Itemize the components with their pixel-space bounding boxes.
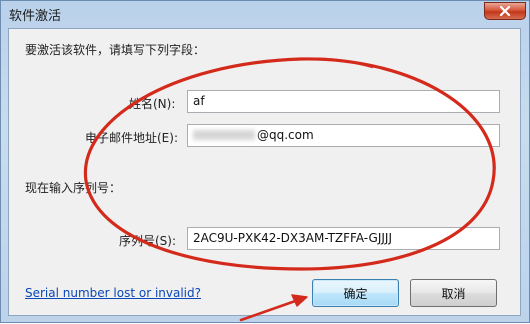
email-field[interactable]: @qq.com <box>187 124 500 147</box>
email-label: 电子邮件地址(E): <box>85 131 178 145</box>
name-field-value: af <box>193 94 205 108</box>
cancel-button[interactable]: 取消 <box>410 279 497 307</box>
instruction-text: 要激活该软件，请填写下列字段： <box>25 43 206 57</box>
window-title: 软件激活 <box>9 9 62 24</box>
title-bar: 软件激活 <box>1 1 530 27</box>
serial-lost-link[interactable]: Serial number lost or invalid? <box>25 286 201 300</box>
activation-dialog-window: 软件激活 要激活该软件，请填写下列字段： 姓名(N): af 电子邮件地址(E)… <box>0 0 530 323</box>
ok-button-label: 确定 <box>343 286 368 301</box>
dialog-body <box>8 28 521 316</box>
name-field[interactable]: af <box>187 90 500 113</box>
ok-button[interactable]: 确定 <box>312 279 399 307</box>
cancel-button-label: 取消 <box>441 286 466 301</box>
serial-label: 序列号(S): <box>119 234 177 248</box>
close-button[interactable] <box>484 2 526 20</box>
close-icon <box>499 5 511 17</box>
email-field-value: @qq.com <box>257 128 314 142</box>
serial-field[interactable]: 2AC9U-PXK42-DX3AM-TZFFA-GJJJJ <box>187 227 500 250</box>
serial-section-label: 现在输入序列号： <box>25 181 122 195</box>
name-label: 姓名(N): <box>129 97 176 111</box>
email-redacted-part <box>193 130 255 140</box>
serial-field-value: 2AC9U-PXK42-DX3AM-TZFFA-GJJJJ <box>193 231 392 245</box>
